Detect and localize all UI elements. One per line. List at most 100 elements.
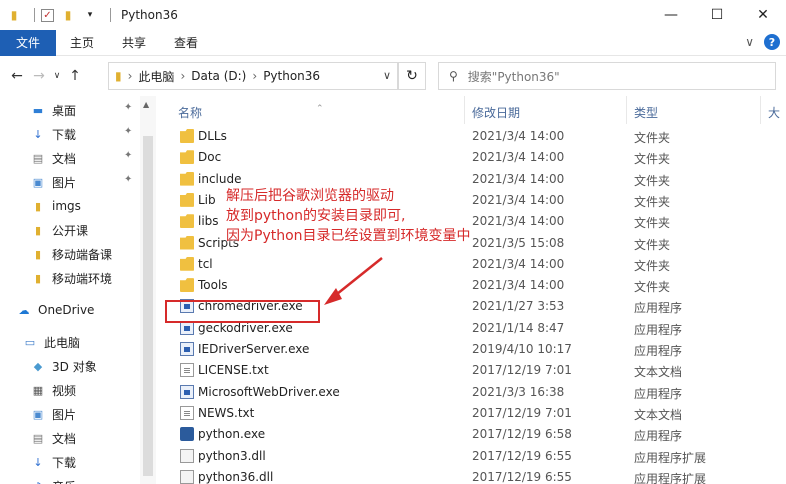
file-row[interactable]: Doc 2021/3/4 14:00 文件夹 bbox=[170, 147, 786, 168]
sidebar-scrollbar[interactable]: ▲ bbox=[140, 96, 156, 484]
file-type: 文件夹 bbox=[634, 194, 671, 209]
address-dropdown-icon[interactable]: ∨ bbox=[383, 69, 391, 82]
folder-icon bbox=[180, 256, 194, 271]
tab-home[interactable]: 主页 bbox=[56, 30, 108, 56]
address-bar[interactable]: ▮ › 此电脑 › Data (D:) › Python36 ∨ bbox=[108, 62, 398, 90]
column-divider[interactable] bbox=[464, 96, 465, 124]
tab-share[interactable]: 共享 bbox=[108, 30, 160, 56]
file-row[interactable]: tcl 2021/3/4 14:00 文件夹 bbox=[170, 254, 786, 275]
pin-icon[interactable]: ✦ bbox=[124, 126, 132, 137]
file-type: 文本文档 bbox=[634, 407, 683, 422]
sidebar-item[interactable]: ▮ 公开课 bbox=[30, 218, 88, 242]
sidebar-item[interactable]: ▭ 此电脑 bbox=[22, 330, 80, 354]
file-name: NEWS.txt bbox=[198, 405, 255, 420]
file-type: 文件夹 bbox=[634, 280, 671, 295]
file-date: 2021/3/4 14:00 bbox=[472, 150, 565, 165]
scroll-up-icon[interactable]: ▲ bbox=[143, 100, 149, 109]
close-button[interactable]: ✕ bbox=[740, 0, 786, 30]
pin-icon[interactable]: ✦ bbox=[124, 150, 132, 161]
file-row[interactable]: NEWS.txt 2017/12/19 7:01 文本文档 bbox=[170, 403, 786, 424]
back-arrow-icon[interactable]: ← bbox=[6, 68, 28, 84]
minimize-button[interactable]: — bbox=[648, 0, 694, 30]
dll-file-icon bbox=[180, 448, 194, 463]
desktop-icon: ▬ bbox=[32, 103, 44, 117]
sidebar-item-label: imgs bbox=[52, 199, 81, 213]
column-size[interactable]: 大 bbox=[768, 104, 780, 121]
sidebar-item[interactable]: ▣ 图片 bbox=[30, 170, 76, 194]
chevron-right-icon[interactable]: › bbox=[180, 69, 185, 83]
sidebar-item[interactable]: ☁ OneDrive bbox=[16, 298, 95, 322]
pin-icon[interactable]: ✦ bbox=[124, 102, 132, 113]
file-row[interactable]: DLLs 2021/3/4 14:00 文件夹 bbox=[170, 126, 786, 147]
sidebar-item[interactable]: ♪ 音乐 bbox=[30, 474, 76, 484]
column-divider[interactable] bbox=[760, 96, 761, 124]
column-type[interactable]: 类型 bbox=[634, 104, 658, 121]
file-type: 应用程序 bbox=[634, 386, 683, 401]
file-row[interactable]: python36.dll 2017/12/19 6:55 应用程序扩展 bbox=[170, 467, 786, 484]
video-icon: ▦ bbox=[32, 383, 44, 397]
sidebar-item[interactable]: ▬ 桌面 bbox=[30, 98, 76, 122]
file-row[interactable]: python.exe 2017/12/19 6:58 应用程序 bbox=[170, 424, 786, 445]
file-row[interactable]: python3.dll 2017/12/19 6:55 应用程序扩展 bbox=[170, 446, 786, 467]
file-row[interactable]: LICENSE.txt 2017/12/19 7:01 文本文档 bbox=[170, 360, 786, 381]
pin-icon[interactable]: ✦ bbox=[124, 174, 132, 185]
sidebar-item[interactable]: ▦ 视频 bbox=[30, 378, 76, 402]
new-folder-icon[interactable]: ▮ bbox=[60, 7, 76, 23]
breadcrumb-this-pc[interactable]: 此电脑 bbox=[138, 68, 174, 85]
tab-view[interactable]: 查看 bbox=[160, 30, 212, 56]
toolbar-divider bbox=[34, 8, 35, 22]
sidebar-item[interactable]: ▮ imgs bbox=[30, 194, 81, 218]
sidebar-item[interactable]: ▮ 移动端环境 bbox=[30, 266, 112, 290]
file-row[interactable]: Tools 2021/3/4 14:00 文件夹 bbox=[170, 275, 786, 296]
chevron-right-icon[interactable]: › bbox=[128, 69, 133, 83]
sidebar-item[interactable]: ▤ 文档 bbox=[30, 146, 76, 170]
column-date[interactable]: 修改日期 bbox=[472, 104, 520, 121]
sidebar-item-label: 下载 bbox=[52, 127, 77, 142]
folder-icon: ▮ bbox=[34, 199, 42, 213]
recent-locations-icon[interactable]: ∨ bbox=[50, 71, 64, 81]
search-box[interactable]: ⚲ 搜索"Python36" bbox=[438, 62, 776, 90]
file-type: 文件夹 bbox=[634, 131, 671, 145]
file-type: 文件夹 bbox=[634, 173, 671, 188]
sidebar-item-label: 移动端环境 bbox=[52, 271, 113, 286]
forward-arrow-icon[interactable]: → bbox=[28, 68, 50, 84]
sidebar-item-label: 文档 bbox=[52, 431, 77, 446]
scrollbar-thumb[interactable] bbox=[143, 136, 153, 476]
properties-checkbox-icon[interactable]: ✓ bbox=[41, 8, 54, 22]
ribbon-right: ∨ ? bbox=[745, 34, 780, 50]
breadcrumb-folder[interactable]: Python36 bbox=[263, 69, 320, 83]
help-icon[interactable]: ? bbox=[764, 34, 780, 50]
sidebar-item[interactable]: ▤ 文档 bbox=[30, 426, 76, 450]
column-divider[interactable] bbox=[626, 96, 627, 124]
sidebar-item[interactable]: ▮ 移动端备课 bbox=[30, 242, 112, 266]
customize-toolbar-icon[interactable]: ▾ bbox=[82, 7, 98, 23]
file-type: 文件夹 bbox=[634, 152, 671, 167]
sidebar-item[interactable]: ▣ 图片 bbox=[30, 402, 76, 426]
folder-icon bbox=[180, 129, 194, 143]
file-type: 应用程序扩展 bbox=[634, 450, 707, 465]
navigation-pane: ▬ 桌面 ✦ ↓ 下载 ✦ ▤ 文档 ✦ ▣ 图片 ✦ ▮ imgs ▮ 公开课 ▮ 移动端备课 ▮ 移动端环境 ☁ On… bbox=[0, 96, 156, 484]
file-name: DLLs bbox=[198, 129, 227, 143]
expand-ribbon-icon[interactable]: ∨ bbox=[745, 35, 754, 49]
cube-icon: ◆ bbox=[33, 359, 43, 373]
tab-file[interactable]: 文件 bbox=[0, 29, 57, 56]
python-icon bbox=[180, 427, 194, 442]
picture-icon: ▣ bbox=[32, 407, 44, 421]
maximize-button[interactable]: ☐ bbox=[694, 0, 740, 30]
up-arrow-icon[interactable]: ↑ bbox=[64, 68, 86, 84]
file-date: 2021/1/27 3:53 bbox=[472, 299, 565, 314]
file-date: 2021/3/4 14:00 bbox=[472, 192, 565, 207]
search-placeholder: 搜索"Python36" bbox=[467, 69, 560, 84]
annotation-line: 放到python的安装目录即可, bbox=[226, 208, 406, 224]
sidebar-item[interactable]: ↓ 下载 bbox=[30, 450, 76, 474]
column-name[interactable]: 名称 bbox=[178, 104, 202, 121]
sidebar-item[interactable]: ◆ 3D 对象 bbox=[30, 354, 97, 378]
file-row[interactable]: MicrosoftWebDriver.exe 2021/3/3 16:38 应用程序 bbox=[170, 382, 786, 403]
refresh-button[interactable]: ↻ bbox=[398, 62, 426, 90]
file-row[interactable]: IEDriverServer.exe 2019/4/10 10:17 应用程序 bbox=[170, 339, 786, 360]
breadcrumb-drive[interactable]: Data (D:) bbox=[191, 69, 246, 83]
quick-access-toolbar: ▮ ✓ ▮ ▾ Python36 bbox=[0, 0, 178, 30]
sidebar-item-label: 移动端备课 bbox=[52, 247, 113, 262]
sidebar-item[interactable]: ↓ 下载 bbox=[30, 122, 76, 146]
chevron-right-icon[interactable]: › bbox=[252, 69, 257, 83]
